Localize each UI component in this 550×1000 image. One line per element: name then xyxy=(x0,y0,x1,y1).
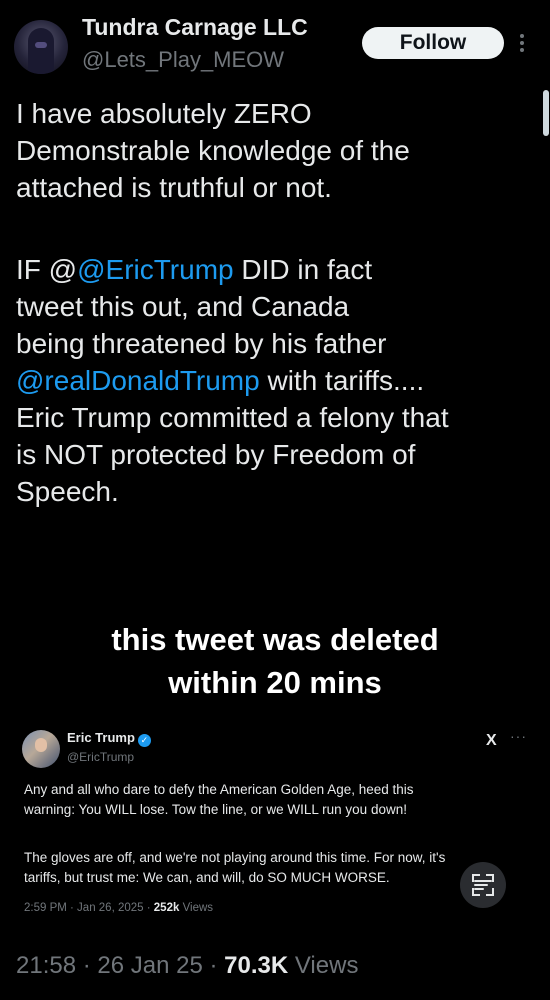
embedded-avatar xyxy=(22,730,60,768)
tweet-timestamp[interactable]: 21:58 · 26 Jan 25 · xyxy=(16,952,224,979)
tweet-text: I have absolutely ZERO Demonstrable know… xyxy=(16,95,536,510)
tweet-line: Demonstrable knowledge of the xyxy=(16,135,410,166)
embedded-time: 2:59 PM · Jan 26, 2025 · xyxy=(24,902,154,914)
embedded-line: Any and all who dare to defy the America… xyxy=(24,782,414,797)
media-caption: this tweet was deleted within 20 mins xyxy=(0,618,550,704)
mention-realdonaldtrump[interactable]: @realDonaldTrump xyxy=(16,365,260,396)
tweet-line: being threatened by his father xyxy=(16,328,387,359)
embedded-line: tariffs, but trust me: We can, and will,… xyxy=(24,870,390,885)
tweet-text-segment: IF @ xyxy=(16,254,78,285)
tweet-line: Eric Trump committed a felony that xyxy=(16,402,449,433)
text-scan-icon[interactable] xyxy=(460,862,506,908)
avatar-glow xyxy=(35,42,47,48)
caption-line: this tweet was deleted xyxy=(111,622,439,657)
avatar-hood xyxy=(28,28,54,74)
tweet-footer-meta: 21:58 · 26 Jan 25 · 70.3K Views xyxy=(16,952,358,980)
tweet-line: tweet this out, and Canada xyxy=(16,291,350,322)
embedded-views-label: Views xyxy=(179,902,214,914)
embedded-author-handle: @EricTrump xyxy=(67,750,135,764)
tweet-line: IF @@EricTrump DID in fact xyxy=(16,251,536,288)
embedded-timestamp: 2:59 PM · Jan 26, 2025 · 252k Views xyxy=(24,902,213,914)
views-label: Views xyxy=(288,952,359,979)
embedded-author-name: Eric Trump ✓ xyxy=(67,730,151,747)
tweet-line: is NOT protected by Freedom of xyxy=(16,439,416,470)
avatar-face xyxy=(35,738,47,752)
x-logo-icon: X xyxy=(486,732,497,749)
verified-badge-icon: ✓ xyxy=(137,734,151,747)
scrollbar[interactable] xyxy=(543,90,549,136)
tweet-text-segment: DID in fact xyxy=(233,254,373,285)
caption-line: within 20 mins xyxy=(168,665,382,700)
author-handle[interactable]: @Lets_Play_MEOW xyxy=(82,47,284,73)
tweet-line: I have absolutely ZERO xyxy=(16,98,312,129)
embedded-line: warning: You WILL lose. Tow the line, or… xyxy=(24,802,407,817)
embedded-name-text: Eric Trump xyxy=(67,730,135,745)
follow-button[interactable]: Follow xyxy=(362,27,504,59)
author-avatar[interactable] xyxy=(14,20,68,74)
embedded-tweet-text: Any and all who dare to defy the America… xyxy=(24,780,504,888)
tweet-header: Tundra Carnage LLC @Lets_Play_MEOW Follo… xyxy=(0,0,550,80)
tweet-text-segment: with tariffs.... xyxy=(259,365,425,396)
embedded-views-count: 252k xyxy=(153,902,180,914)
embedded-line: The gloves are off, and we're not playin… xyxy=(24,850,446,865)
tweet-line: Speech. xyxy=(16,476,119,507)
tweet-line: attached is truthful or not. xyxy=(16,172,332,203)
embedded-more-icon: ··· xyxy=(510,728,527,744)
tweet-line: @realDonaldTrump with tariffs.... xyxy=(16,362,536,399)
author-display-name[interactable]: Tundra Carnage LLC xyxy=(82,14,308,41)
views-count: 70.3K xyxy=(224,952,289,979)
mention-erictrump[interactable]: @EricTrump xyxy=(77,254,234,285)
vertical-ellipsis-icon[interactable] xyxy=(519,34,525,54)
